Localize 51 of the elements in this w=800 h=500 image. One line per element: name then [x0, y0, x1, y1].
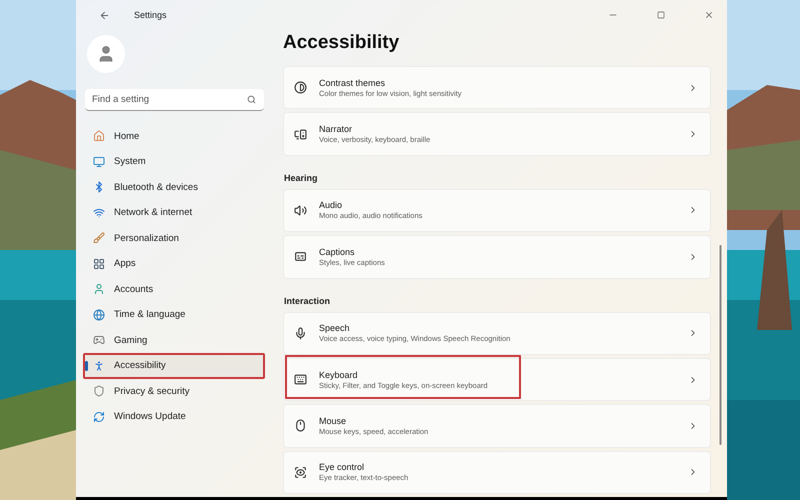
- scrollbar[interactable]: [719, 245, 722, 445]
- contrast-icon: [294, 81, 307, 94]
- home-icon: [93, 130, 105, 142]
- sidebar-item[interactable]: System: [85, 150, 264, 174]
- captions-icon: [294, 250, 307, 264]
- sidebar-item[interactable]: Network & internet: [85, 200, 264, 224]
- sidebar-item[interactable]: Privacy & security: [85, 379, 264, 403]
- bluetooth-icon: [93, 181, 105, 193]
- sidebar-item[interactable]: Gaming: [85, 328, 264, 352]
- refresh-icon: [93, 410, 105, 422]
- mouse-icon: [294, 419, 307, 432]
- person-icon: [93, 360, 105, 372]
- microphone-icon: [294, 326, 307, 340]
- sidebar-item[interactable]: Home: [85, 124, 264, 148]
- back-arrow-icon: [98, 10, 110, 20]
- sidebar-item[interactable]: Bluetooth & devices: [85, 175, 264, 199]
- avatar[interactable]: [87, 35, 125, 73]
- row-title: Contrast themes: [319, 78, 386, 88]
- row-title: Mouse: [319, 416, 348, 426]
- keyboard-icon: [294, 373, 307, 386]
- maximize-icon: [657, 11, 665, 19]
- gamepad-icon: [93, 334, 105, 346]
- sidebar-item[interactable]: Accessibility: [85, 354, 264, 378]
- user-icon: [93, 283, 105, 295]
- sidebar-item[interactable]: Accounts: [85, 277, 264, 301]
- row-title: Audio: [319, 200, 344, 210]
- row-title: Narrator: [319, 124, 354, 134]
- narrator-icon: [294, 128, 307, 141]
- row-title: Captions: [319, 246, 356, 257]
- search-field[interactable]: Find a setting: [85, 89, 264, 111]
- row-title: Speech: [319, 323, 351, 334]
- section-heading: Interaction: [284, 296, 332, 306]
- apps-icon: [93, 258, 105, 270]
- monitor-icon: [93, 156, 105, 168]
- brush-icon: [93, 232, 105, 244]
- sidebar-item[interactable]: Windows Update: [85, 404, 264, 428]
- wifi-icon: [93, 206, 105, 218]
- sidebar-item[interactable]: Time & language: [85, 302, 264, 326]
- globe-icon: [93, 308, 105, 320]
- sidebar-item[interactable]: Personalization: [85, 226, 264, 250]
- speaker-icon: [294, 204, 307, 217]
- close-icon: [704, 10, 714, 20]
- shield-icon: [93, 385, 105, 397]
- section-heading: Hearing: [284, 172, 319, 183]
- eye-icon: [294, 466, 307, 479]
- row-title: Keyboard: [319, 370, 359, 380]
- window-title: Settings: [134, 10, 168, 20]
- row-title: Eye control: [319, 462, 366, 472]
- search-icon: [247, 95, 256, 104]
- page-title: Accessibility: [283, 32, 400, 54]
- sidebar-item[interactable]: Apps: [85, 252, 264, 276]
